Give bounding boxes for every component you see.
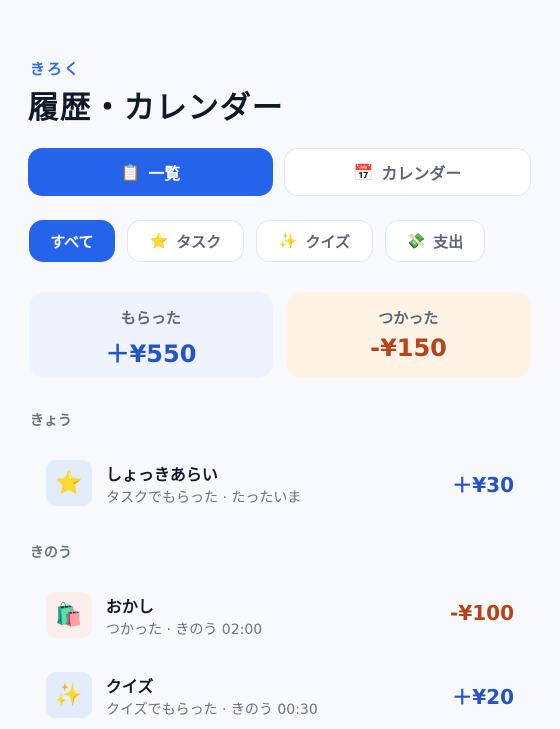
spent-amount: -¥150 [370,334,447,362]
history-item[interactable]: 🛍️ おかし つかった · きのう 02:00 -¥100 [30,579,530,649]
tab-calendar-label: カレンダー [381,164,462,183]
filter-expense[interactable]: 💸 支出 [385,220,485,262]
history-item-amount: ＋¥30 [452,473,514,497]
history-item[interactable]: ⭐ しょっきあらい タスクでもらった · たったいま ＋¥30 [30,447,530,517]
filter-expense-label: 支出 [433,232,464,251]
star-icon: ⭐ [149,232,169,250]
tab-calendar[interactable]: 📅 カレンダー [284,148,531,196]
day-heading-yesterday: きのう [30,545,72,561]
history-item-detail: クイズでもらった · きのう 00:30 [106,702,318,718]
filter-task[interactable]: ⭐ タスク [127,220,244,262]
money-icon: 💸 [406,232,426,250]
filter-all-label: すべて [50,232,94,251]
history-item-amount: -¥100 [450,601,514,625]
received-amount: ＋¥550 [105,340,197,368]
sparkles-icon: ✨ [46,672,92,718]
filter-quiz-label: クイズ [305,232,351,251]
history-item-amount: ＋¥20 [452,685,514,709]
history-item-detail: つかった · きのう 02:00 [106,622,263,638]
history-item-name: クイズ [106,677,154,696]
history-item-detail: タスクでもらった · たったいま [106,490,302,506]
history-item[interactable]: ✨ クイズ クイズでもらった · きのう 00:30 ＋¥20 [30,659,530,729]
shopping-bags-icon: 🛍️ [46,592,92,638]
history-item-name: しょっきあらい [106,465,219,484]
clipboard-icon: 📋 [120,162,141,182]
received-label: もらった [120,309,181,327]
spent-label: つかった [378,309,439,327]
day-heading-today: きょう [30,413,72,429]
history-item-name: おかし [106,597,155,616]
received-summary-card: もらった ＋¥550 [29,292,273,378]
filter-task-label: タスク [176,232,222,251]
star-icon: ⭐ [46,460,92,506]
tab-list-label: 一覧 [148,164,181,183]
filter-all[interactable]: すべて [29,220,115,262]
tab-list[interactable]: 📋 一覧 [28,148,273,196]
spent-summary-card: つかった -¥150 [286,292,531,378]
calendar-icon: 📅 [353,162,374,182]
page-title: 履歴・カレンダー [28,90,284,126]
page-kicker: きろく [30,60,82,78]
sparkles-icon: ✨ [278,232,298,250]
filter-quiz[interactable]: ✨ クイズ [256,220,373,262]
